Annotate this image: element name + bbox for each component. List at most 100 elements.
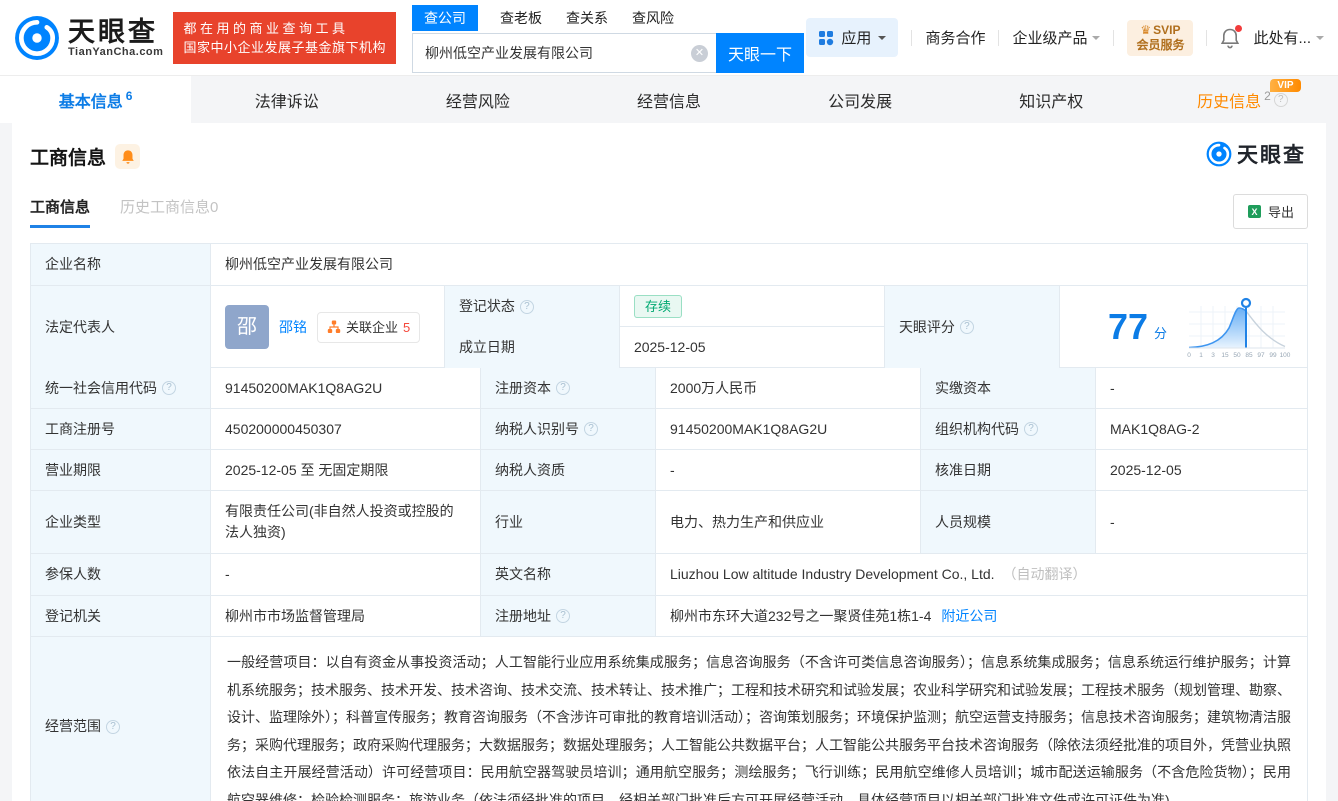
export-button[interactable]: X 导出 [1233, 194, 1308, 229]
status-badge: 存续 [634, 295, 682, 318]
status-date-column: 登记状态 存续 成立日期 2025-12-05 [445, 286, 885, 367]
table-row: 企业类型 有限责任公司(非自然人投资或控股的法人独资) 行业 电力、热力生产和供… [31, 491, 1307, 554]
business-scope-label: 经营范围 [31, 637, 211, 801]
svg-text:100: 100 [1280, 352, 1291, 359]
svip-label-top: SVIP [1153, 23, 1180, 37]
legal-rep-name-link[interactable]: 邵铭 [279, 317, 307, 338]
score-cell[interactable]: 77 分 [1060, 286, 1307, 368]
tab-history-info[interactable]: VIP 历史信息 2 [1147, 76, 1338, 123]
related-companies-label: 关联企业 [346, 317, 398, 338]
tab-intellectual-property[interactable]: 知识产权 [956, 76, 1147, 123]
business-term-label: 营业期限 [31, 450, 211, 490]
notification-dot [1235, 25, 1242, 32]
tab-label: 历史信息 [1197, 88, 1261, 112]
industry-label: 行业 [481, 491, 656, 553]
search-button[interactable]: 天眼一下 [716, 33, 804, 73]
tab-count: 6 [126, 89, 133, 103]
approval-date-label: 核准日期 [921, 450, 1096, 490]
approval-date-value: 2025-12-05 [1096, 450, 1307, 490]
svip-member-button[interactable]: ♛SVIP 会员服务 [1127, 20, 1193, 56]
subscribe-bell-button[interactable] [115, 144, 140, 169]
export-label: 导出 [1268, 202, 1294, 221]
company-type-label: 企业类型 [31, 491, 211, 553]
business-scope-value: 一般经营项目：以自有资金从事投资活动；人工智能行业应用系统集成服务；信息咨询服务… [211, 637, 1307, 801]
avatar[interactable]: 邵 [225, 305, 269, 349]
address-label: 注册地址 [481, 596, 656, 636]
cooperation-label: 商务合作 [925, 27, 985, 48]
excel-icon: X [1247, 204, 1262, 219]
help-icon[interactable] [1274, 93, 1288, 107]
divider [998, 30, 999, 46]
chevron-down-icon [1092, 36, 1100, 44]
org-code-value: MAK1Q8AG-2 [1096, 409, 1307, 449]
staff-size-label: 人员规模 [921, 491, 1096, 553]
divider [1206, 30, 1207, 46]
help-icon[interactable] [584, 422, 598, 436]
tab-label: 法律诉讼 [255, 88, 319, 112]
top-header: 天眼查 TianYanCha.com 都在用的商业查询工具 国家中小企业发展子基… [0, 0, 1338, 75]
divider [1113, 30, 1114, 46]
tab-operating-info[interactable]: 经营信息 [573, 76, 764, 123]
svg-text:50: 50 [1233, 352, 1241, 359]
score-label: 天眼评分 [885, 286, 1060, 368]
notification-bell-button[interactable] [1220, 27, 1240, 49]
tab-basic-info[interactable]: 基本信息 6 [0, 76, 191, 123]
apps-menu[interactable]: 应用 [806, 18, 898, 57]
establish-date-label: 成立日期 [445, 327, 620, 368]
subtab-history-business-info[interactable]: 历史工商信息0 [120, 196, 218, 228]
search-tab-boss[interactable]: 查老板 [498, 5, 544, 31]
table-row: 企业名称 柳州低空产业发展有限公司 [31, 244, 1307, 286]
tab-operating-risk[interactable]: 经营风险 [382, 76, 573, 123]
reg-capital-label: 注册资本 [481, 368, 656, 408]
registry-authority-value: 柳州市市场监督管理局 [211, 596, 481, 636]
tab-company-development[interactable]: 公司发展 [765, 76, 956, 123]
help-icon[interactable] [1024, 422, 1038, 436]
clear-icon[interactable] [691, 45, 708, 62]
industry-value: 电力、热力生产和供应业 [656, 491, 921, 553]
table-row: 参保人数 - 英文名称 Liuzhou Low altitude Industr… [31, 554, 1307, 596]
brand-domain: TianYanCha.com [68, 46, 163, 58]
crown-icon: ♛ [1140, 23, 1151, 37]
help-icon[interactable] [162, 381, 176, 395]
apps-icon [818, 30, 834, 46]
business-info-card: 工商信息 天眼查 工商信息 历史工商信息0 X 导出 [12, 123, 1326, 801]
divider [911, 30, 912, 46]
paid-capital-label: 实缴资本 [921, 368, 1096, 408]
help-icon[interactable] [556, 609, 570, 623]
reg-status-label: 登记状态 [445, 286, 620, 327]
search-tab-company[interactable]: 查公司 [412, 5, 478, 31]
company-name-label: 企业名称 [31, 244, 211, 285]
enterprise-menu[interactable]: 企业级产品 [1012, 27, 1100, 48]
page-title: 工商信息 [30, 143, 106, 170]
company-type-value: 有限责任公司(非自然人投资或控股的法人独资) [211, 491, 481, 553]
help-icon[interactable] [520, 300, 534, 314]
search-tab-risk[interactable]: 查风险 [630, 5, 676, 31]
search-input[interactable] [413, 34, 716, 72]
svg-text:3: 3 [1211, 352, 1215, 359]
table-row: 法定代表人 邵 邵铭 关联企业 5 登 [31, 286, 1307, 368]
help-icon[interactable] [960, 320, 974, 334]
user-menu[interactable]: 此处有... [1253, 27, 1324, 48]
svg-text:99: 99 [1269, 352, 1277, 359]
paid-capital-value: - [1096, 368, 1307, 408]
subtab-business-info[interactable]: 工商信息 [30, 196, 90, 228]
search-area: 查公司 查老板 查关系 查风险 天眼一下 [412, 5, 804, 73]
brand-name: 天眼查 [68, 18, 163, 46]
cooperation-link[interactable]: 商务合作 [925, 27, 985, 48]
tab-label: 基本信息 [59, 88, 123, 112]
help-icon[interactable] [556, 381, 570, 395]
reg-number-value: 450200000450307 [211, 409, 481, 449]
auto-translate-note: （自动翻译） [1003, 564, 1087, 585]
alert-bell-icon [121, 149, 135, 165]
search-tab-relation[interactable]: 查关系 [564, 5, 610, 31]
tianyancha-logo[interactable]: 天眼查 TianYanCha.com [14, 15, 163, 61]
taxpayer-id-value: 91450200MAK1Q8AG2U [656, 409, 921, 449]
english-name-label: 英文名称 [481, 554, 656, 595]
search-input-wrap [412, 33, 716, 73]
related-companies-button[interactable]: 关联企业 5 [317, 312, 420, 343]
nearby-companies-link[interactable]: 附近公司 [941, 606, 997, 627]
section-title-row: 工商信息 [30, 143, 1308, 170]
enterprise-label: 企业级产品 [1012, 27, 1087, 48]
help-icon[interactable] [106, 720, 120, 734]
tab-legal-proceedings[interactable]: 法律诉讼 [191, 76, 382, 123]
